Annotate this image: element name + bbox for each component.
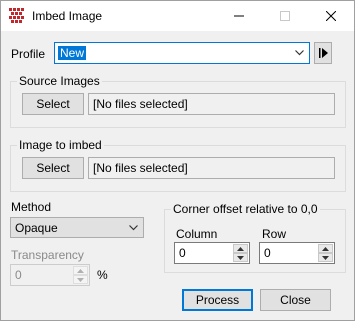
chevron-down-icon <box>126 218 140 237</box>
close-button[interactable]: Close <box>260 289 331 311</box>
corner-offset-title: Corner offset relative to 0,0 <box>171 202 320 216</box>
imbed-image-dialog: Imbed Image Profile New Source Images Se… <box>0 0 355 321</box>
profile-action-button[interactable] <box>314 42 332 64</box>
process-button[interactable]: Process <box>182 289 253 311</box>
source-files-field: [No files selected] <box>88 93 335 115</box>
imbed-select-button[interactable]: Select <box>22 157 84 179</box>
transparency-unit: % <box>97 268 108 282</box>
title-bar[interactable]: Imbed Image <box>1 1 354 31</box>
row-label: Row <box>262 227 287 241</box>
column-value: 0 <box>179 246 186 260</box>
spin-down-icon[interactable] <box>73 275 88 284</box>
maximize-icon <box>280 11 290 21</box>
imbed-files-field: [No files selected] <box>88 157 335 179</box>
close-icon <box>326 11 336 21</box>
transparency-value: 0 <box>15 268 22 282</box>
method-label: Method <box>11 200 52 214</box>
grid-app-icon <box>9 8 25 24</box>
profile-combo[interactable]: New <box>54 42 310 64</box>
method-value: Opaque <box>15 221 58 235</box>
minimize-button[interactable] <box>216 1 262 31</box>
source-select-button[interactable]: Select <box>22 93 84 115</box>
maximize-button[interactable] <box>262 1 308 31</box>
column-spinner[interactable]: 0 <box>174 242 250 264</box>
transparency-spinner[interactable]: 0 <box>10 264 90 286</box>
close-window-button[interactable] <box>308 1 354 31</box>
row-value: 0 <box>264 246 271 260</box>
spin-down-icon[interactable] <box>233 253 248 262</box>
transparency-label: Transparency <box>11 248 84 262</box>
row-spinner[interactable]: 0 <box>259 242 335 264</box>
source-images-title: Source Images <box>17 74 102 88</box>
image-to-imbed-title: Image to imbed <box>17 138 104 152</box>
play-bar-icon <box>318 48 328 58</box>
column-label: Column <box>176 227 218 241</box>
spin-up-icon[interactable] <box>318 244 333 253</box>
minimize-icon <box>234 15 244 17</box>
spin-up-icon[interactable] <box>233 244 248 253</box>
window-title: Imbed Image <box>32 9 103 23</box>
spin-up-icon[interactable] <box>73 266 88 275</box>
profile-label: Profile <box>11 47 46 61</box>
method-select[interactable]: Opaque <box>10 217 144 238</box>
spin-down-icon[interactable] <box>318 253 333 262</box>
chevron-down-icon[interactable] <box>292 43 306 63</box>
profile-value: New <box>58 46 87 60</box>
